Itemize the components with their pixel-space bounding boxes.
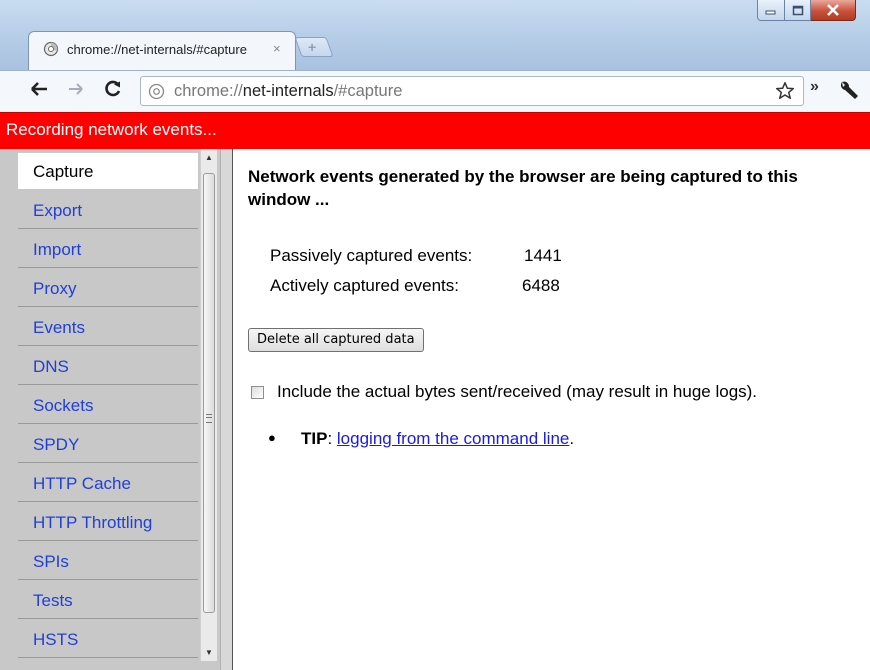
minimize-button[interactable] — [757, 0, 785, 21]
sidebar-item-spdy[interactable]: SPDY — [18, 426, 198, 463]
url-scheme: chrome:// — [174, 82, 243, 100]
sidebar-item-spis[interactable]: SPIs — [18, 543, 198, 580]
sidebar-item-proxy[interactable]: Proxy — [18, 270, 198, 307]
tip-end: . — [569, 429, 575, 448]
address-url: chrome://net-internals/#capture — [174, 82, 402, 101]
capture-heading: Network events generated by the browser … — [248, 167, 798, 209]
scroll-up-arrow-icon[interactable]: ▲ — [201, 149, 217, 166]
recording-banner: Recording network events... — [0, 112, 870, 149]
sidebar-item-http-throttling[interactable]: HTTP Throttling — [18, 504, 198, 541]
include-bytes-checkbox[interactable] — [251, 386, 264, 399]
delete-captured-data-button[interactable]: Delete all captured data — [248, 328, 424, 352]
forward-arrow-icon[interactable] — [68, 82, 84, 101]
close-icon — [827, 4, 839, 16]
star-icon[interactable] — [775, 81, 795, 106]
recording-status-text: Recording network events... — [6, 120, 217, 139]
command-line-logging-link[interactable]: logging from the command line — [337, 429, 569, 448]
url-path: /#capture — [333, 82, 403, 100]
new-tab-button[interactable]: + — [294, 37, 334, 57]
tip-line: TIP: logging from the command line. — [301, 429, 574, 449]
scroll-down-arrow-icon[interactable]: ▼ — [201, 644, 217, 661]
scrollbar-grip-icon — [206, 414, 212, 423]
active-events-label: Actively captured events: — [270, 276, 459, 295]
sidebar-item-events[interactable]: Events — [18, 309, 198, 346]
sidebar-item-tests[interactable]: Tests — [18, 582, 198, 619]
page-info-icon[interactable] — [148, 83, 165, 105]
tip-label: TIP — [301, 429, 328, 448]
url-host: net-internals — [242, 82, 334, 100]
include-bytes-label: Include the actual bytes sent/received (… — [277, 382, 758, 401]
back-arrow-icon[interactable] — [30, 81, 48, 102]
wrench-icon[interactable] — [838, 80, 860, 105]
close-window-button[interactable] — [811, 0, 856, 21]
tab-title: chrome://net-internals/#capture — [67, 42, 247, 57]
window-titlebar: chrome://net-internals/#capture × + — [0, 0, 870, 70]
sidebar-item-import[interactable]: Import — [18, 231, 198, 268]
minimize-icon — [765, 10, 776, 15]
scrollbar-thumb[interactable] — [203, 173, 215, 613]
sidebar-item-http-cache[interactable]: HTTP Cache — [18, 465, 198, 502]
tab-close-icon[interactable]: × — [273, 41, 281, 56]
browser-tab[interactable]: chrome://net-internals/#capture × — [28, 31, 296, 70]
capture-view: Network events generated by the browser … — [233, 149, 870, 670]
overflow-chevron-icon[interactable]: » — [810, 78, 819, 96]
maximize-icon — [792, 5, 803, 15]
active-events-count: 6488 — [522, 276, 560, 295]
sidebar-item-capture[interactable]: Capture — [18, 153, 198, 190]
sidebar-item-dns[interactable]: DNS — [18, 348, 198, 385]
sidebar-item-sockets[interactable]: Sockets — [18, 387, 198, 424]
sidebar-splitter[interactable] — [220, 149, 233, 670]
maximize-button[interactable] — [785, 0, 811, 21]
sidebar: Capture Export Import Proxy Events DNS S… — [0, 149, 220, 670]
sidebar-scrollbar[interactable]: ▲ ▼ — [200, 149, 217, 661]
reload-icon[interactable] — [104, 80, 122, 103]
sidebar-item-hsts[interactable]: HSTS — [18, 621, 198, 658]
sidebar-nav: Capture Export Import Proxy Events DNS S… — [18, 153, 198, 660]
new-tab-icon: + — [308, 39, 317, 55]
address-bar[interactable]: chrome://net-internals/#capture — [140, 76, 804, 106]
page-favicon-icon — [43, 41, 59, 62]
tip-separator: : — [327, 429, 337, 448]
passive-events-label: Passively captured events: — [270, 246, 473, 265]
passive-events-count: 1441 — [524, 246, 562, 265]
sidebar-item-export[interactable]: Export — [18, 192, 198, 229]
bullet-icon: ● — [268, 430, 276, 445]
window-controls — [757, 0, 856, 21]
